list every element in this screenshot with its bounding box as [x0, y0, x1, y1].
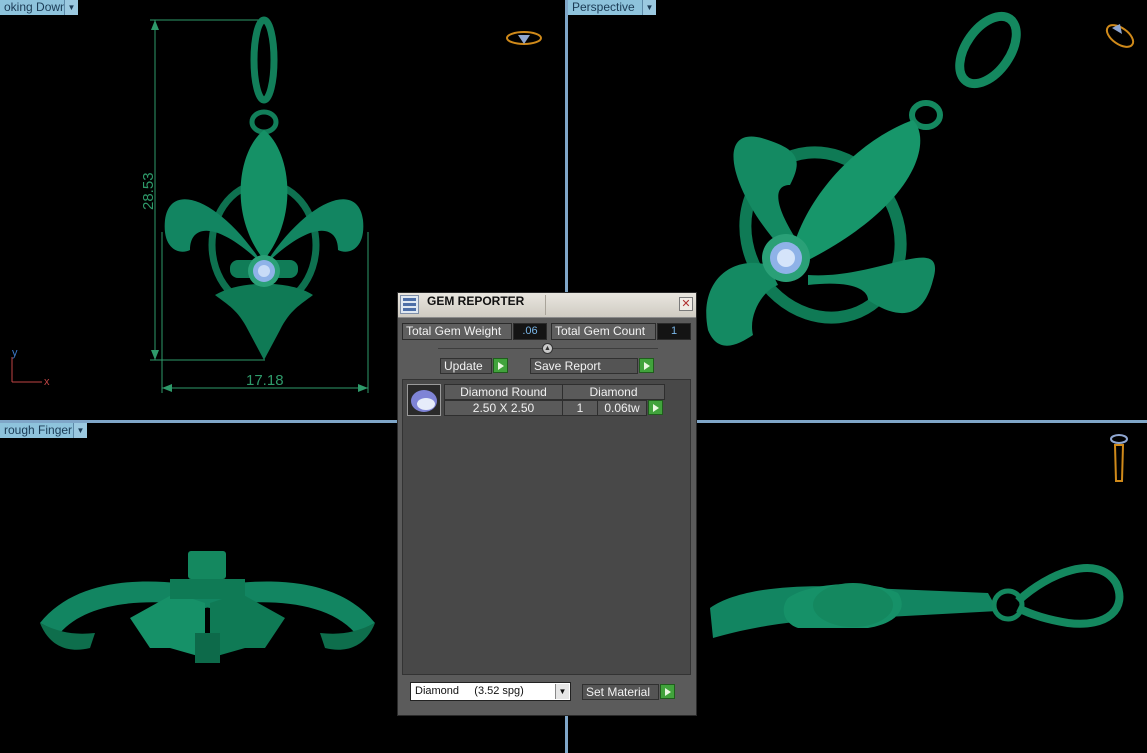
- viewport-label[interactable]: oking Down: [0, 0, 68, 15]
- save-report-button[interactable]: Save Report: [530, 358, 638, 374]
- dialog-title: GEM REPORTER: [427, 294, 525, 308]
- gem-material-cell[interactable]: Diamond: [562, 384, 665, 400]
- gem-weight-cell[interactable]: 0.06tw: [597, 400, 647, 416]
- set-material-button[interactable]: Set Material: [582, 684, 659, 700]
- height-dimension-label: 28.53: [140, 172, 157, 210]
- close-icon[interactable]: ✕: [679, 297, 693, 311]
- view-cube-icon[interactable]: [1108, 431, 1130, 487]
- y-axis-label: y: [12, 347, 18, 359]
- total-gem-count-label: Total Gem Count: [551, 323, 656, 340]
- chevron-down-icon[interactable]: ▼: [555, 684, 569, 699]
- chevron-down-icon[interactable]: ▼: [64, 0, 78, 15]
- update-button[interactable]: Update: [440, 358, 492, 374]
- gem-list: [402, 379, 691, 675]
- play-icon[interactable]: [493, 358, 508, 373]
- gem-count-cell[interactable]: 1: [562, 400, 598, 416]
- chevron-down-icon[interactable]: ▼: [73, 423, 87, 438]
- viewport-label[interactable]: Perspective: [568, 0, 646, 15]
- view-cube-icon[interactable]: [504, 28, 544, 50]
- panel-splitter-handle[interactable]: ▲: [542, 343, 553, 354]
- play-icon[interactable]: [660, 684, 675, 699]
- gem-size-cell[interactable]: 2.50 X 2.50: [444, 400, 563, 416]
- total-gem-count-value: 1: [657, 323, 691, 340]
- gem-reporter-dialog: GEM REPORTER ✕ Total Gem Weight .06 Tota…: [397, 292, 697, 716]
- view-cube-icon[interactable]: [1102, 18, 1138, 54]
- gem-thumbnail[interactable]: [407, 384, 441, 416]
- material-select-value: Diamond (3.52 spg): [415, 685, 524, 697]
- viewport-label[interactable]: rough Finger: [0, 423, 79, 438]
- title-separator: [545, 295, 546, 315]
- x-axis-label: x: [44, 376, 50, 388]
- total-gem-weight-value: .06: [513, 323, 547, 340]
- play-icon[interactable]: [648, 400, 663, 415]
- gem-icon: [400, 295, 419, 314]
- gem-shape-cell[interactable]: Diamond Round: [444, 384, 563, 400]
- play-icon[interactable]: [639, 358, 654, 373]
- total-gem-weight-label: Total Gem Weight: [402, 323, 512, 340]
- width-dimension-label: 17.18: [246, 372, 284, 389]
- material-select[interactable]: Diamond (3.52 spg) ▼: [410, 682, 571, 701]
- dialog-titlebar[interactable]: GEM REPORTER ✕: [398, 293, 696, 318]
- chevron-down-icon[interactable]: ▼: [642, 0, 656, 15]
